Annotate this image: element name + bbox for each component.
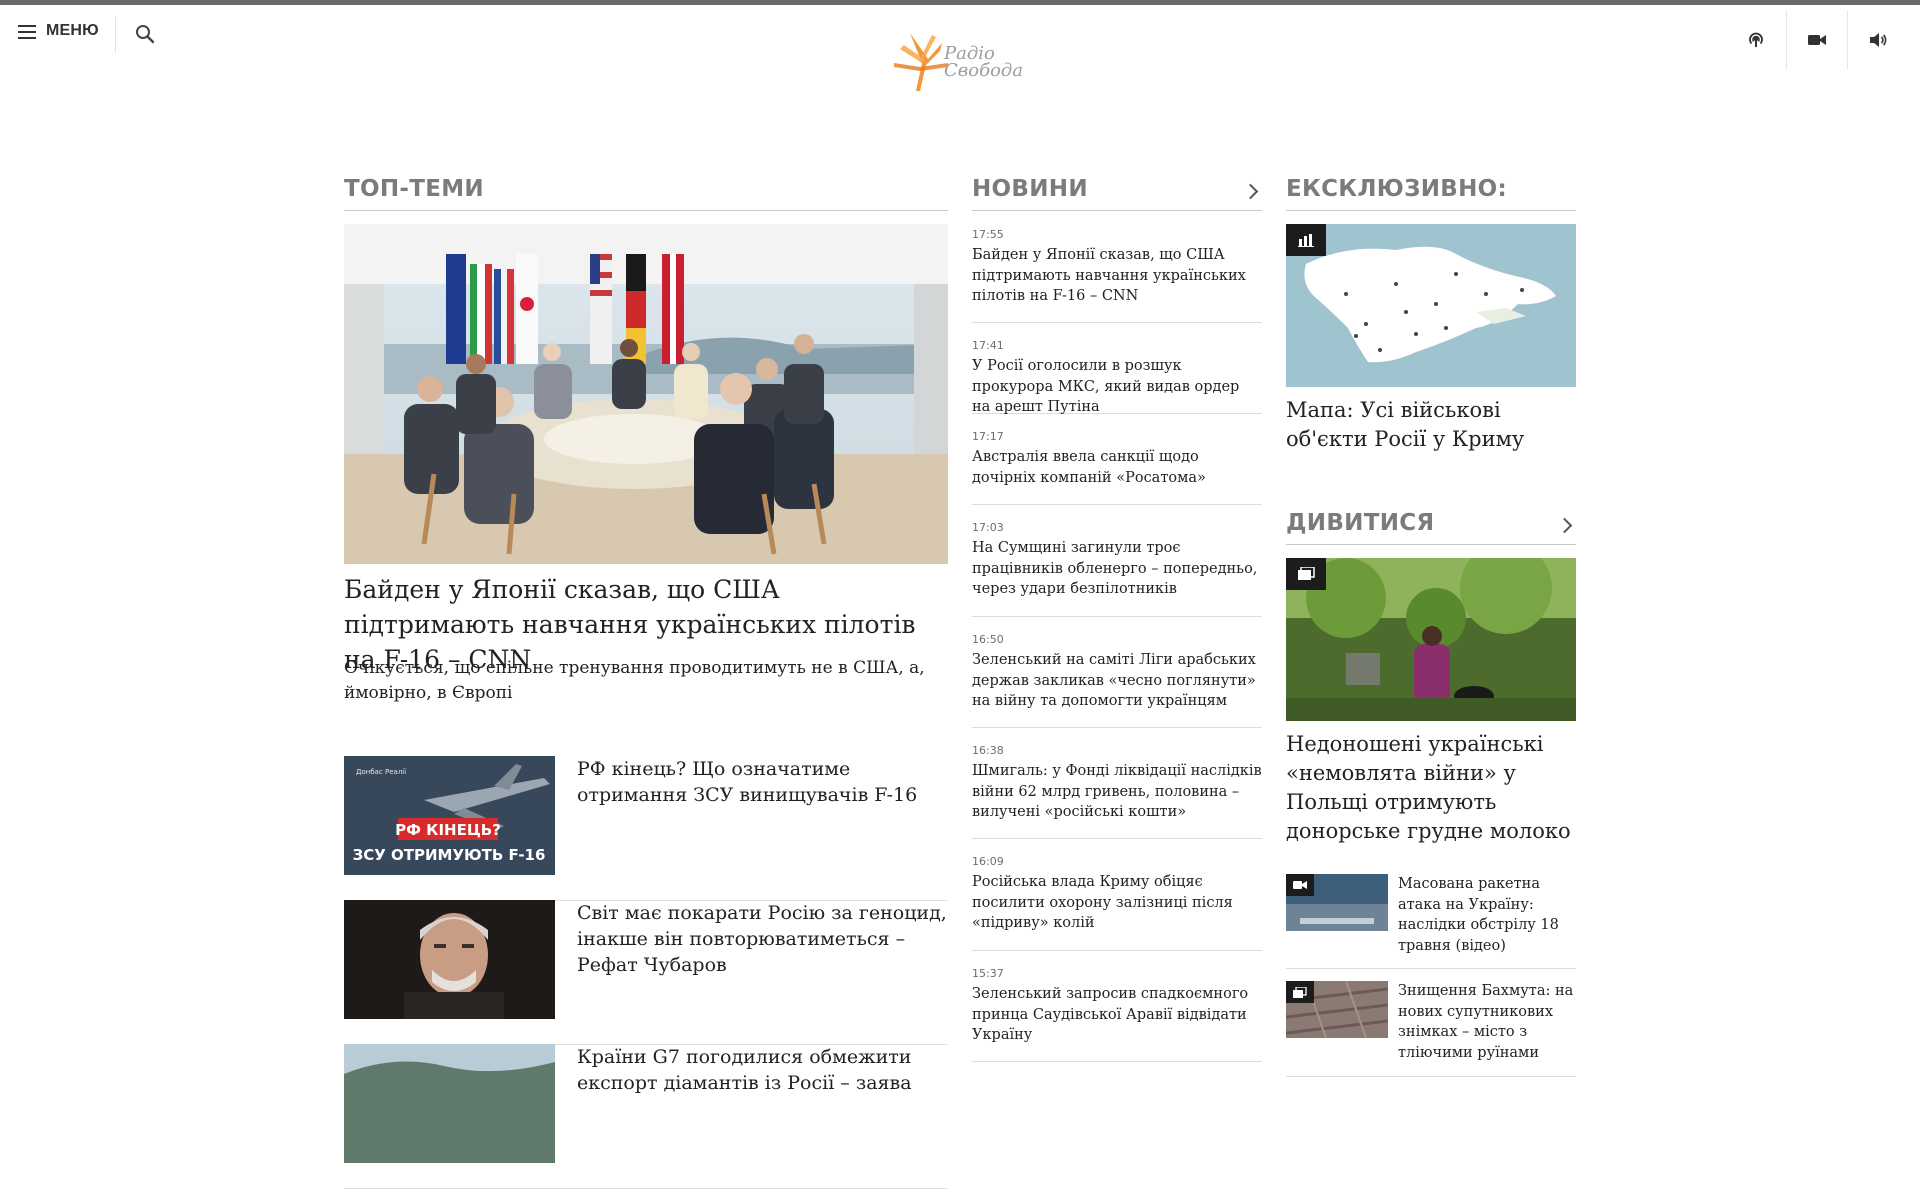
news-time: 17:55: [972, 228, 1004, 241]
logo-flame-icon: [894, 33, 948, 91]
watch-item-title: Знищення Бахмута: на нових супутникових …: [1398, 983, 1574, 1061]
svg-text:Донбас Реалії: Донбас Реалії: [356, 768, 406, 776]
news-text: Шмигаль: у Фонді ліквідації наслідків ві…: [972, 763, 1262, 820]
news-time: 16:50: [972, 633, 1004, 646]
watch-thumbnail: [1286, 874, 1388, 931]
section-title: ЕКСКЛЮЗИВНО:: [1286, 176, 1508, 202]
story-item[interactable]: РФ КІНЕЦЬ? ЗСУ ОТРИМУЮТЬ F-16 Донбас Реа…: [344, 756, 948, 901]
news-time: 17:03: [972, 521, 1004, 534]
story-title: Світ має покарати Росію за геноцид, інак…: [577, 902, 947, 976]
watch-header: ДИВИТИСЯ: [1286, 504, 1576, 545]
story-thumbnail: [344, 900, 555, 1019]
news-item[interactable]: 17:03 На Сумщині загинули троє працівник…: [972, 521, 1262, 617]
exclusive-header: ЕКСКЛЮЗИВНО:: [1286, 170, 1576, 211]
svg-text:РФ КІНЕЦЬ?: РФ КІНЕЦЬ?: [395, 821, 501, 839]
story-thumbnail: РФ КІНЕЦЬ? ЗСУ ОТРИМУЮТЬ F-16 Донбас Реа…: [344, 756, 555, 875]
news-item[interactable]: 15:37 Зеленський запросив спадкоємного п…: [972, 967, 1262, 1062]
watch-item[interactable]: Знищення Бахмута: на нових супутникових …: [1286, 981, 1576, 1077]
watch-item[interactable]: Масована ракетна атака на Україну: наслі…: [1286, 874, 1576, 969]
news-time: 17:17: [972, 430, 1004, 443]
podcast-icon[interactable]: [1726, 10, 1786, 70]
news-time: 16:09: [972, 855, 1004, 868]
menu-button[interactable]: МЕНЮ: [18, 22, 99, 40]
story-title: РФ кінець? Що означатиме отримання ЗСУ в…: [577, 758, 918, 806]
top-topics-header: ТОП-ТЕМИ: [344, 170, 948, 211]
watch-main-image[interactable]: [1286, 558, 1576, 721]
header-divider: [115, 17, 116, 53]
menu-label: МЕНЮ: [46, 22, 99, 39]
news-text: Російська влада Криму обіцяє посилити ох…: [972, 874, 1233, 931]
news-text: На Сумщині загинули троє працівників обл…: [972, 540, 1258, 597]
news-more-chevron-icon[interactable]: [1242, 183, 1259, 200]
story-item[interactable]: Світ має покарати Росію за геноцид, інак…: [344, 900, 948, 1045]
watch-thumbnail: [1286, 981, 1388, 1038]
exclusive-link[interactable]: Мапа: Усі військові об'єкти Росії у Крим…: [1286, 396, 1576, 454]
video-camera-icon[interactable]: [1786, 10, 1847, 70]
story-item[interactable]: Країни G7 погодилися обмежити експорт ді…: [344, 1044, 948, 1189]
news-item[interactable]: 17:55 Байден у Японії сказав, що США під…: [972, 228, 1262, 323]
news-item[interactable]: 16:50 Зеленський на саміті Ліги арабськи…: [972, 633, 1262, 728]
section-title: ТОП-ТЕМИ: [344, 176, 484, 202]
news-text: Байден у Японії сказав, що США підтримаю…: [972, 247, 1246, 304]
hero-image[interactable]: [344, 224, 948, 564]
news-time: 16:38: [972, 744, 1004, 757]
hero-subtitle: Очікується, що спільне тренування провод…: [344, 658, 925, 703]
story-thumbnail: [344, 1044, 555, 1163]
news-item[interactable]: 17:17 Австралія ввела санкції щодо дочір…: [972, 430, 1262, 505]
logo-wordmark: Радіо Свобода: [944, 43, 1024, 81]
news-text: Зеленський запросив спадкоємного принца …: [972, 986, 1249, 1043]
news-item[interactable]: 16:38 Шмигаль: у Фонді ліквідації наслід…: [972, 744, 1262, 839]
news-item[interactable]: 16:09 Російська влада Криму обіцяє посил…: [972, 855, 1262, 951]
story-title: Країни G7 погодилися обмежити експорт ді…: [577, 1046, 912, 1094]
gallery-badge-icon: [1286, 558, 1326, 590]
hamburger-icon: [18, 24, 36, 39]
crimea-map-image[interactable]: [1286, 224, 1576, 387]
watch-item-title: Масована ракетна атака на Україну: наслі…: [1398, 876, 1559, 954]
gallery-badge-icon: [1286, 981, 1314, 1003]
site-logo[interactable]: Радіо Свобода: [892, 23, 1032, 93]
svg-text:ЗСУ ОТРИМУЮТЬ F-16: ЗСУ ОТРИМУЮТЬ F-16: [353, 846, 546, 864]
video-badge-icon: [1286, 874, 1314, 896]
news-item[interactable]: 17:41 У Росії оголосили в розшук прокуро…: [972, 339, 1262, 415]
section-title: НОВИНИ: [972, 176, 1088, 202]
speaker-icon[interactable]: [1847, 10, 1908, 70]
news-time: 17:41: [972, 339, 1004, 352]
site-header: МЕНЮ Радіо Свобода: [0, 5, 1920, 91]
news-text: У Росії оголосили в розшук прокурора МКС…: [972, 358, 1240, 415]
chart-badge-icon: [1286, 224, 1326, 256]
search-icon[interactable]: [134, 23, 156, 45]
news-header: НОВИНИ: [972, 170, 1262, 211]
watch-main-link[interactable]: Недоношені українські «немовлята війни» …: [1286, 730, 1576, 846]
news-text: Зеленський на саміті Ліги арабських держ…: [972, 652, 1256, 709]
header-media-icons: [1726, 10, 1920, 70]
watch-more-chevron-icon[interactable]: [1556, 517, 1573, 534]
section-title: ДИВИТИСЯ: [1286, 510, 1435, 536]
news-time: 15:37: [972, 967, 1004, 980]
news-text: Австралія ввела санкції щодо дочірніх ко…: [972, 449, 1206, 486]
